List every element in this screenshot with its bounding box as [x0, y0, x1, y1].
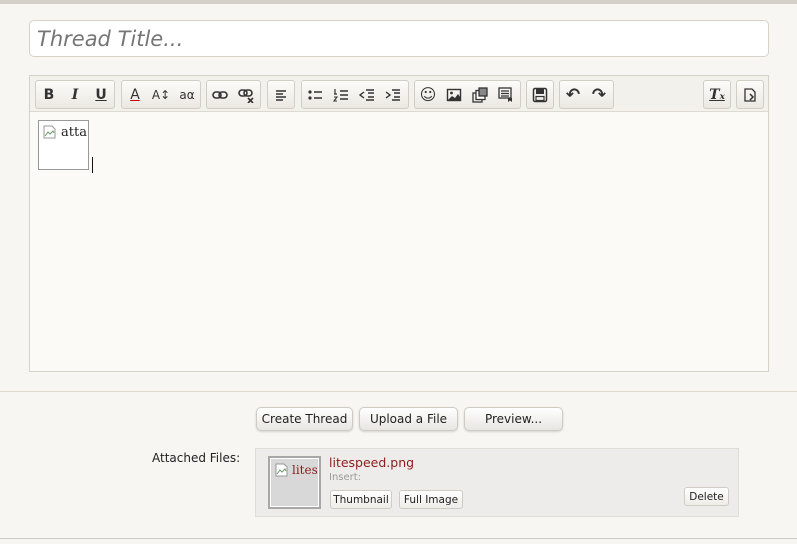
editor-content[interactable]: atta — [30, 112, 768, 371]
thread-title-input[interactable] — [29, 20, 769, 57]
history-group: ↶ ↷ — [559, 80, 614, 109]
attachment-filename-link[interactable]: litespeed.png — [329, 455, 414, 470]
indent-icon[interactable] — [380, 81, 406, 108]
broken-image-alt-text: atta — [61, 125, 87, 140]
italic-button[interactable]: I — [62, 81, 88, 108]
undo-icon[interactable]: ↶ — [560, 81, 586, 108]
align-left-icon[interactable] — [268, 81, 294, 108]
list-group — [301, 80, 409, 109]
thumbnail-alt-text: lites — [292, 463, 318, 477]
format-group: B I U — [35, 80, 115, 109]
remove-format-group: Tₓ — [703, 80, 731, 109]
outdent-icon[interactable] — [354, 81, 380, 108]
editor-toolbar: B I U A A↕ aα ☺ ↶ ↷ Tₓ — [30, 76, 768, 112]
unlink-icon[interactable] — [233, 81, 259, 108]
upload-file-button[interactable]: Upload a File — [359, 407, 458, 431]
media-icon[interactable] — [467, 81, 493, 108]
preview-button[interactable]: Preview... — [464, 407, 563, 431]
font-family-button[interactable]: aα — [174, 81, 200, 108]
broken-image-icon — [275, 463, 288, 477]
delete-attachment-button[interactable]: Delete — [684, 487, 729, 506]
font-group: A A↕ aα — [121, 80, 201, 109]
numbered-list-icon[interactable] — [328, 81, 354, 108]
align-group — [267, 80, 295, 109]
link-icon[interactable] — [207, 81, 233, 108]
attached-files-label: Attached Files: — [152, 451, 241, 465]
bold-button[interactable]: B — [36, 81, 62, 108]
text-color-button[interactable]: A — [122, 81, 148, 108]
image-icon[interactable] — [441, 81, 467, 108]
save-group — [526, 80, 554, 109]
insert-thumbnail-button[interactable]: Thumbnail — [330, 490, 392, 509]
broken-image[interactable]: atta — [38, 120, 89, 170]
smilies-icon[interactable]: ☺ — [415, 81, 441, 108]
underline-button[interactable]: U — [88, 81, 114, 108]
broken-image-icon — [43, 125, 56, 139]
section-divider — [0, 391, 797, 392]
insert-full-image-button[interactable]: Full Image — [399, 490, 463, 509]
text-caret — [92, 157, 93, 173]
remove-format-icon[interactable]: Tₓ — [704, 81, 730, 108]
bulleted-list-icon[interactable] — [302, 81, 328, 108]
create-thread-button[interactable]: Create Thread — [256, 407, 353, 431]
top-border — [0, 0, 797, 4]
attachment-item: lites litespeed.png Insert: Thumbnail Fu… — [255, 448, 739, 517]
insert-icon[interactable] — [493, 81, 519, 108]
link-group — [206, 80, 261, 109]
attachment-thumbnail[interactable]: lites — [268, 456, 321, 509]
redo-icon[interactable]: ↷ — [586, 81, 612, 108]
insert-label: Insert: — [329, 472, 362, 483]
toggle-bbcode-icon[interactable] — [737, 81, 763, 108]
insert-group: ☺ — [414, 80, 521, 109]
save-icon[interactable] — [527, 81, 553, 108]
font-size-button[interactable]: A↕ — [148, 81, 174, 108]
bottom-border — [0, 538, 797, 539]
rich-text-editor[interactable]: B I U A A↕ aα ☺ ↶ ↷ Tₓ atta — [29, 75, 769, 372]
mode-group — [736, 80, 764, 109]
